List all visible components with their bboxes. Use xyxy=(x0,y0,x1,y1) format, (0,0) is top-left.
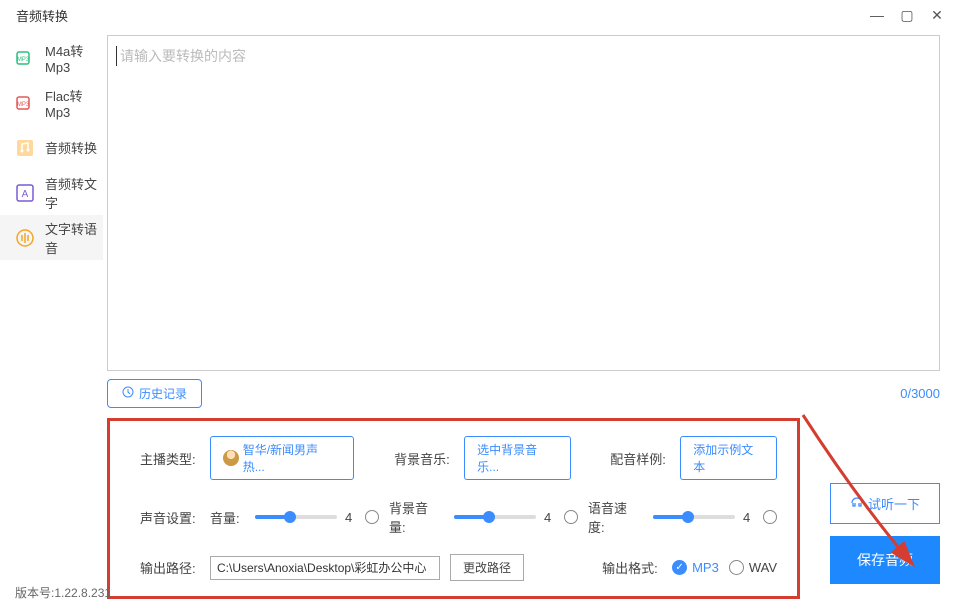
bg-music-label: 背景音乐: xyxy=(394,449,454,468)
sidebar-item-audio-to-text[interactable]: A 音频转文字 xyxy=(0,170,103,215)
out-path-label: 输出路径: xyxy=(140,558,200,577)
volume-slider[interactable] xyxy=(255,515,337,519)
save-button[interactable]: 保存音频 xyxy=(830,536,940,584)
mp3-icon: MP3 xyxy=(15,93,35,113)
settings-panel: 主播类型: 智华/新闻男声 热... 背景音乐: 选中背景音乐... 配音样例:… xyxy=(107,418,800,599)
radio-wav[interactable]: WAV xyxy=(729,560,777,575)
volume-label: 音量: xyxy=(210,508,245,527)
out-format-label: 输出格式: xyxy=(602,558,662,577)
sample-button[interactable]: 添加示例文本 xyxy=(680,436,777,480)
audio-settings-label: 声音设置: xyxy=(140,508,200,527)
sample-label: 配音样例: xyxy=(610,449,670,468)
close-button[interactable]: ✕ xyxy=(928,6,946,24)
svg-text:MP3: MP3 xyxy=(17,57,30,63)
play-icon[interactable] xyxy=(564,510,578,524)
sidebar-item-m4a-mp3[interactable]: MP3 M4a转Mp3 xyxy=(0,35,103,80)
sidebar-label: M4a转Mp3 xyxy=(45,41,103,75)
app-title: 音频转换 xyxy=(8,6,868,25)
sidebar-item-flac-mp3[interactable]: MP3 Flac转Mp3 xyxy=(0,80,103,125)
sidebar-label: Flac转Mp3 xyxy=(45,86,103,120)
bg-volume-value: 4 xyxy=(544,510,556,525)
sidebar-item-audio-convert[interactable]: 音频转换 xyxy=(0,125,103,170)
svg-text:MP3: MP3 xyxy=(17,102,30,108)
radio-unchecked-icon xyxy=(729,560,744,575)
speed-value: 4 xyxy=(743,510,755,525)
sidebar-label: 文字转语音 xyxy=(45,219,103,257)
preview-button[interactable]: 试听一下 xyxy=(830,483,940,524)
volume-value: 4 xyxy=(345,510,357,525)
anchor-value: 智华/新闻男声 热... xyxy=(243,441,342,475)
bg-volume-slider[interactable] xyxy=(454,515,536,519)
sample-btn-label: 添加示例文本 xyxy=(693,441,764,475)
svg-text:A: A xyxy=(22,189,29,200)
sidebar: MP3 M4a转Mp3 MP3 Flac转Mp3 音频转换 A 音频转文字 文字… xyxy=(0,30,103,609)
change-path-button[interactable]: 更改路径 xyxy=(450,554,524,581)
radio-checked-icon: ✓ xyxy=(672,560,687,575)
version-label: 版本号:1.22.8.231 xyxy=(15,584,111,601)
play-icon[interactable] xyxy=(763,510,777,524)
headphone-icon xyxy=(850,495,864,512)
sidebar-label: 音频转换 xyxy=(45,138,97,157)
placeholder-text: 请输入要转换的内容 xyxy=(120,48,246,64)
bg-music-button[interactable]: 选中背景音乐... xyxy=(464,436,571,480)
output-path-input[interactable] xyxy=(210,556,440,580)
music-icon xyxy=(15,138,35,158)
history-label: 历史记录 xyxy=(139,385,187,402)
anchor-type-label: 主播类型: xyxy=(140,449,200,468)
minimize-button[interactable]: — xyxy=(868,6,886,24)
sidebar-label: 音频转文字 xyxy=(45,174,103,212)
anchor-type-button[interactable]: 智华/新闻男声 热... xyxy=(210,436,354,480)
speed-slider[interactable] xyxy=(653,515,735,519)
text-input[interactable]: 请输入要转换的内容 xyxy=(107,35,940,371)
avatar-icon xyxy=(223,450,239,466)
play-icon[interactable] xyxy=(365,510,379,524)
mp3-icon: MP3 xyxy=(15,48,35,68)
speech-icon xyxy=(15,228,35,248)
bg-music-btn-label: 选中背景音乐... xyxy=(477,441,558,475)
preview-label: 试听一下 xyxy=(868,494,920,513)
sidebar-item-text-to-speech[interactable]: 文字转语音 xyxy=(0,215,103,260)
text-icon: A xyxy=(15,183,35,203)
history-button[interactable]: 历史记录 xyxy=(107,379,202,408)
char-count: 0/3000 xyxy=(900,386,940,401)
bg-volume-label: 背景音量: xyxy=(389,498,444,536)
radio-mp3-label: MP3 xyxy=(692,560,719,575)
radio-mp3[interactable]: ✓ MP3 xyxy=(672,560,719,575)
speed-label: 语音速度: xyxy=(588,498,643,536)
radio-wav-label: WAV xyxy=(749,560,777,575)
maximize-button[interactable]: ▢ xyxy=(898,6,916,24)
clock-icon xyxy=(122,386,134,401)
